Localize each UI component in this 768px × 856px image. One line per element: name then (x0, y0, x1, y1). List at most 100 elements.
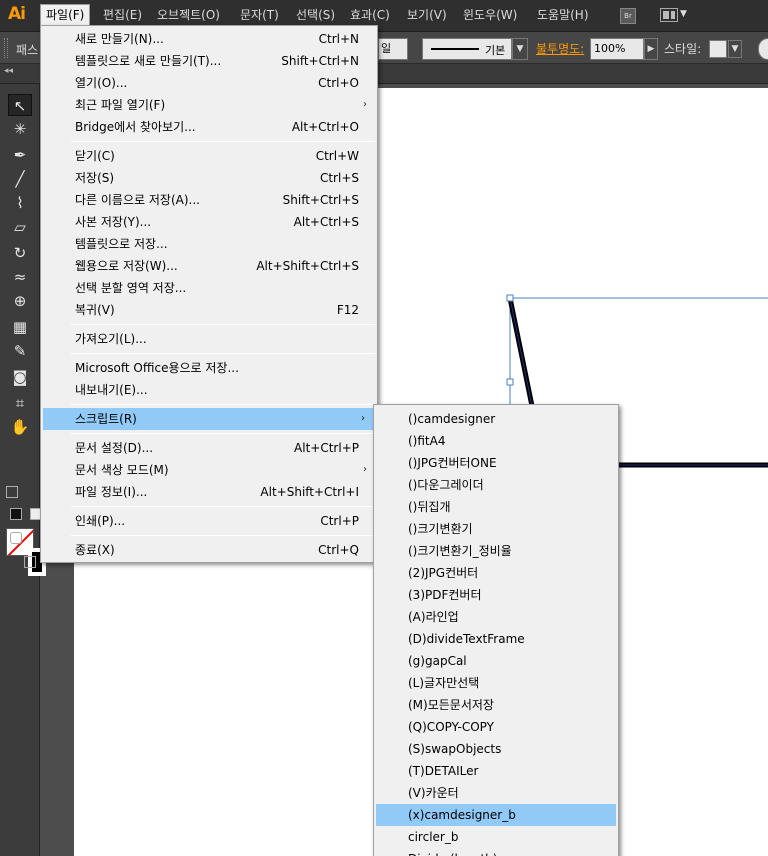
workspace-dropdown-arrow-icon[interactable]: ▼ (680, 9, 687, 19)
script-item[interactable]: ()camdesigner (376, 408, 616, 430)
script-item-label: (x)camdesigner_b (408, 808, 516, 822)
script-item[interactable]: ()뒤집개 (376, 496, 616, 518)
menu-object[interactable]: 오브젝트(O) (152, 4, 225, 26)
submenu-arrow-icon: › (363, 464, 367, 475)
warp-tool-icon[interactable]: ≈ (8, 266, 32, 288)
eraser-tool-icon[interactable]: ▱ (8, 216, 32, 238)
script-item[interactable]: (M)모든문서저장 (376, 694, 616, 716)
menu-effect[interactable]: 효과(C) (345, 4, 395, 26)
script-item[interactable]: (3)PDF컨버터 (376, 584, 616, 606)
selection-tool-icon[interactable]: ↖ (8, 94, 32, 116)
script-item[interactable]: Divide (length) (376, 848, 616, 856)
draw-mode-icon[interactable] (10, 532, 22, 544)
bridge-button[interactable]: Br (620, 8, 636, 24)
menu-item-save-copy[interactable]: 사본 저장(Y)... Alt+Ctrl+S (41, 211, 377, 233)
artboard-tool-icon[interactable]: ⌗ (8, 392, 32, 414)
script-item[interactable]: (2)JPG컨버터 (376, 562, 616, 584)
symbol-sprayer-tool-icon[interactable]: ◙ (8, 366, 32, 388)
style-dropdown-arrow-icon[interactable]: ▼ (728, 40, 742, 58)
menu-select[interactable]: 선택(S) (291, 4, 340, 26)
script-item[interactable]: (A)라인업 (376, 606, 616, 628)
screen-mode-icon[interactable] (24, 556, 36, 568)
menu-item-print[interactable]: 인쇄(P)... Ctrl+P (41, 510, 377, 532)
stroke-style-label: 기본 (485, 44, 506, 57)
panel-grip-icon[interactable] (4, 38, 8, 58)
menu-item-document-color-mode[interactable]: 문서 색상 모드(M) › (41, 459, 377, 481)
menu-separator (71, 433, 375, 434)
script-item[interactable]: (V)카운터 (376, 782, 616, 804)
eyedropper-tool-icon[interactable]: ✎ (8, 340, 32, 362)
menu-window[interactable]: 윈도우(W) (458, 4, 522, 26)
script-item[interactable]: (Q)COPY-COPY (376, 716, 616, 738)
mesh-tool-icon[interactable]: ▦ (8, 316, 32, 338)
menu-item-revert[interactable]: 복귀(V) F12 (41, 299, 377, 321)
script-item-label: ()크기변환기 (408, 522, 473, 536)
script-item[interactable]: (S)swapObjects (376, 738, 616, 760)
menu-separator (71, 535, 375, 536)
menu-help[interactable]: 도움말(H) (532, 4, 594, 26)
menu-type[interactable]: 문자(T) (235, 4, 284, 26)
script-item[interactable]: (L)글자만선택 (376, 672, 616, 694)
menu-item-label: 최근 파일 열기(F) (75, 98, 166, 112)
menu-item-browse-bridge[interactable]: Bridge에서 찾아보기... Alt+Ctrl+O (41, 116, 377, 138)
shape-builder-tool-icon[interactable]: ⊕ (8, 290, 32, 312)
script-item[interactable]: ()fitA4 (376, 430, 616, 452)
line-tool-icon[interactable]: ╱ (8, 168, 32, 190)
menu-item-open[interactable]: 열기(O)... Ctrl+O (41, 72, 377, 94)
menu-item-label: 인쇄(P)... (75, 514, 126, 528)
opacity-label[interactable]: 불투명도: (536, 40, 584, 57)
menu-item-save-selected-slices[interactable]: 선택 분할 영역 저장... (41, 277, 377, 299)
opacity-dropdown-arrow-icon[interactable]: ▶ (644, 38, 658, 60)
brush-tool-icon[interactable]: ⌇ (8, 192, 32, 214)
submenu-arrow-icon: › (361, 413, 365, 424)
stroke-style-dropdown-arrow-icon[interactable]: ▼ (512, 38, 528, 60)
rotate-tool-icon[interactable]: ↻ (8, 242, 32, 264)
menu-item-shortcut: Alt+Shift+Ctrl+I (260, 485, 359, 499)
menu-view[interactable]: 보기(V) (402, 4, 452, 26)
menu-item-new-from-template[interactable]: 템플릿으로 새로 만들기(T)... Shift+Ctrl+N (41, 50, 377, 72)
script-item[interactable]: (T)DETAILer (376, 760, 616, 782)
menu-item-open-recent[interactable]: 최근 파일 열기(F) › (41, 94, 377, 116)
menu-item-export[interactable]: 내보내기(E)... (41, 379, 377, 401)
menu-item-save-for-office[interactable]: Microsoft Office용으로 저장... (41, 357, 377, 379)
stroke-weight-field[interactable]: 일 (378, 38, 408, 60)
color-mode-icon[interactable] (10, 508, 22, 520)
script-item[interactable]: (D)divideTextFrame (376, 628, 616, 650)
menu-item-save-as-template[interactable]: 템플릿으로 저장... (41, 233, 377, 255)
script-item-label: (2)JPG컨버터 (408, 566, 479, 580)
script-item-label: ()다운그레이더 (408, 478, 484, 492)
script-item[interactable]: ()크기변환기 (376, 518, 616, 540)
menu-item-close[interactable]: 닫기(C) Ctrl+W (41, 145, 377, 167)
default-colors-icon[interactable] (6, 486, 18, 498)
menu-item-document-setup[interactable]: 문서 설정(D)... Alt+Ctrl+P (41, 437, 377, 459)
menu-item-place[interactable]: 가져오기(L)... (41, 328, 377, 350)
menu-item-scripts[interactable]: 스크립트(R) › (43, 408, 375, 430)
script-item[interactable]: ()JPG컨버터ONE (376, 452, 616, 474)
menu-item-save-as[interactable]: 다른 이름으로 저장(A)... Shift+Ctrl+S (41, 189, 377, 211)
menu-item-shortcut: Shift+Ctrl+N (281, 54, 359, 68)
menu-item-save-for-web[interactable]: 웹용으로 저장(W)... Alt+Shift+Ctrl+S (41, 255, 377, 277)
menu-edit[interactable]: 편집(E) (98, 4, 147, 26)
menu-item-save[interactable]: 저장(S) Ctrl+S (41, 167, 377, 189)
magic-wand-tool-icon[interactable]: ✳ (8, 118, 32, 140)
menu-item-file-info[interactable]: 파일 정보(I)... Alt+Shift+Ctrl+I (41, 481, 377, 503)
hand-tool-icon[interactable]: ✋ (8, 416, 32, 438)
pen-tool-icon[interactable]: ✒ (8, 144, 32, 166)
workspace-icon[interactable] (660, 8, 678, 22)
stroke-style-dropdown[interactable]: 기본 (422, 38, 512, 60)
collapse-panel-icon[interactable]: ◂◂ (4, 66, 13, 76)
script-item-highlighted[interactable]: (x)camdesigner_b (376, 804, 616, 826)
style-swatch[interactable] (709, 40, 727, 58)
script-item[interactable]: (g)gapCal (376, 650, 616, 672)
script-item[interactable]: ()크기변환기_정비율 (376, 540, 616, 562)
panel-label: 패스 (16, 43, 39, 57)
menu-item-exit[interactable]: 종료(X) Ctrl+Q (41, 539, 377, 561)
script-item[interactable]: ()다운그레이더 (376, 474, 616, 496)
script-item-label: (g)gapCal (408, 654, 467, 668)
script-item-label: ()크기변환기_정비율 (408, 544, 512, 558)
script-item[interactable]: circler_b (376, 826, 616, 848)
script-item-label: (S)swapObjects (408, 742, 502, 756)
opacity-input[interactable]: 100% (590, 38, 644, 60)
menu-file[interactable]: 파일(F) (40, 4, 91, 26)
menu-item-new[interactable]: 새로 만들기(N)... Ctrl+N (41, 28, 377, 50)
